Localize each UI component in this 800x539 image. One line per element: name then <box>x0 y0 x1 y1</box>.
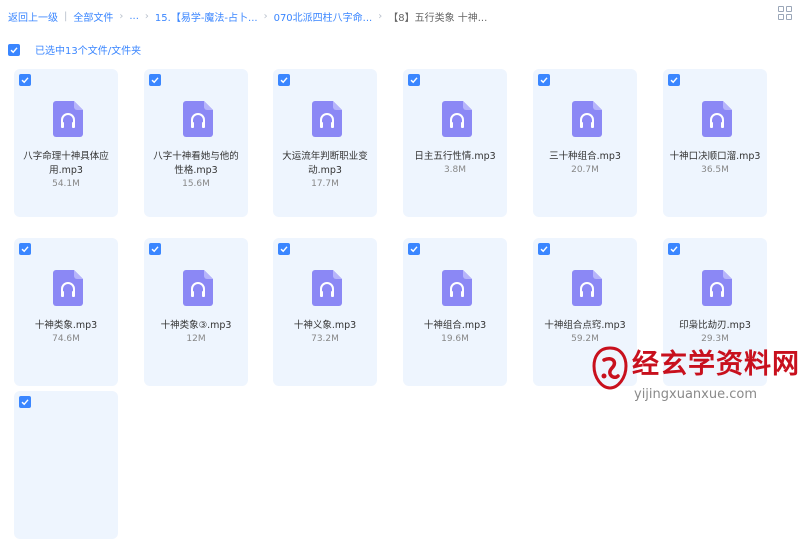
file-size: 73.2M <box>311 334 339 344</box>
crumb-folder-070[interactable]: 070北派四柱八字命... <box>274 9 373 24</box>
watermark-logo <box>592 346 628 390</box>
file-name: 印枭比劫刃.mp3 <box>679 320 751 331</box>
audio-file-icon <box>702 101 732 137</box>
file-name: 十神口决顺口溜.mp3 <box>669 151 761 162</box>
file-size: 74.6M <box>52 334 80 344</box>
file-checkbox[interactable] <box>408 243 420 255</box>
audio-file-icon <box>53 270 83 306</box>
breadcrumb-separator: › <box>378 10 383 22</box>
file-checkbox[interactable] <box>278 243 290 255</box>
crumb-current-folder: 【8】五行类象 十神... <box>388 12 488 24</box>
audio-file-icon <box>183 270 213 306</box>
file-name: 十神类象.mp3 <box>34 320 98 331</box>
audio-file-icon <box>53 101 83 137</box>
breadcrumb: 返回上一级 | 全部文件 › ... › 15.【易学-魔法-占卜... › 0… <box>8 7 487 25</box>
file-card[interactable]: 八字命理十神具体应用.mp3 54.1M <box>14 69 118 217</box>
audio-file-icon <box>312 270 342 306</box>
breadcrumb-separator: › <box>119 10 124 22</box>
file-card[interactable]: 大运流年判断职业变动.mp3 17.7M <box>273 69 377 217</box>
file-name: 大运流年判断职业变动.mp3 <box>282 151 368 176</box>
select-all-checkbox[interactable] <box>8 43 20 56</box>
file-checkbox[interactable] <box>149 74 161 86</box>
file-size: 20.7M <box>571 165 599 175</box>
audio-file-icon <box>702 270 732 306</box>
file-card[interactable]: 十神义象.mp3 73.2M <box>273 238 377 386</box>
audio-file-icon <box>442 270 472 306</box>
crumb-all-files[interactable]: 全部文件 <box>73 9 113 24</box>
file-name: 十神义象.mp3 <box>293 320 357 331</box>
file-size: 36.5M <box>701 165 729 175</box>
back-link[interactable]: 返回上一级 <box>8 9 58 24</box>
file-checkbox[interactable] <box>278 74 290 86</box>
select-all-row: 已选中13个文件/文件夹 <box>8 42 141 57</box>
file-size: 17.7M <box>311 179 339 189</box>
file-name: 三十种组合.mp3 <box>549 151 621 162</box>
file-name: 十神类象③.mp3 <box>160 320 232 331</box>
audio-file-icon <box>572 270 602 306</box>
file-size: 15.6M <box>182 179 210 189</box>
file-checkbox[interactable] <box>668 243 680 255</box>
file-size: 19.6M <box>441 334 469 344</box>
grid-view-icon[interactable] <box>778 6 792 20</box>
selection-count-label: 已选中13个文件/文件夹 <box>35 46 142 57</box>
file-card[interactable]: 八字十神看她与他的性格.mp3 15.6M <box>144 69 248 217</box>
file-size: 3.8M <box>443 165 467 175</box>
file-checkbox[interactable] <box>19 243 31 255</box>
file-card[interactable]: 日主五行性情.mp3 3.8M <box>403 69 507 217</box>
file-name: 八字十神看她与他的性格.mp3 <box>153 151 239 176</box>
file-checkbox[interactable] <box>408 74 420 86</box>
watermark-title: 经玄学资料网 <box>632 349 800 380</box>
file-name: 八字命理十神具体应用.mp3 <box>23 151 109 176</box>
audio-file-icon <box>183 101 213 137</box>
crumb-folder-15[interactable]: 15.【易学-魔法-占卜... <box>155 9 258 24</box>
file-name: 日主五行性情.mp3 <box>414 151 496 162</box>
file-card[interactable]: 十神类象③.mp3 12M <box>144 238 248 386</box>
file-card[interactable]: 十神类象.mp3 74.6M <box>14 238 118 386</box>
file-checkbox[interactable] <box>668 74 680 86</box>
file-card[interactable]: 三十种组合.mp3 20.7M <box>533 69 637 217</box>
file-card[interactable] <box>14 391 118 539</box>
file-name: 十神组合.mp3 <box>423 320 487 331</box>
breadcrumb-separator: › <box>263 10 268 22</box>
file-card[interactable]: 十神组合.mp3 19.6M <box>403 238 507 386</box>
watermark: 经玄学资料网 yijingxuanxue.com <box>592 342 799 412</box>
file-checkbox[interactable] <box>538 243 550 255</box>
audio-file-icon <box>312 101 342 137</box>
audio-file-icon <box>572 101 602 137</box>
file-checkbox[interactable] <box>149 243 161 255</box>
file-checkbox[interactable] <box>19 74 31 86</box>
breadcrumb-separator: | <box>64 10 68 22</box>
file-checkbox[interactable] <box>538 74 550 86</box>
crumb-ellipsis[interactable]: ... <box>129 11 139 22</box>
file-size: 12M <box>186 334 206 344</box>
watermark-url: yijingxuanxue.com <box>634 387 757 402</box>
file-checkbox[interactable] <box>19 396 31 408</box>
audio-file-icon <box>442 101 472 137</box>
file-size: 54.1M <box>52 179 80 189</box>
breadcrumb-separator: › <box>144 10 149 22</box>
file-name: 十神组合点窍.mp3 <box>544 320 626 331</box>
file-card[interactable]: 十神口决顺口溜.mp3 36.5M <box>663 69 767 217</box>
